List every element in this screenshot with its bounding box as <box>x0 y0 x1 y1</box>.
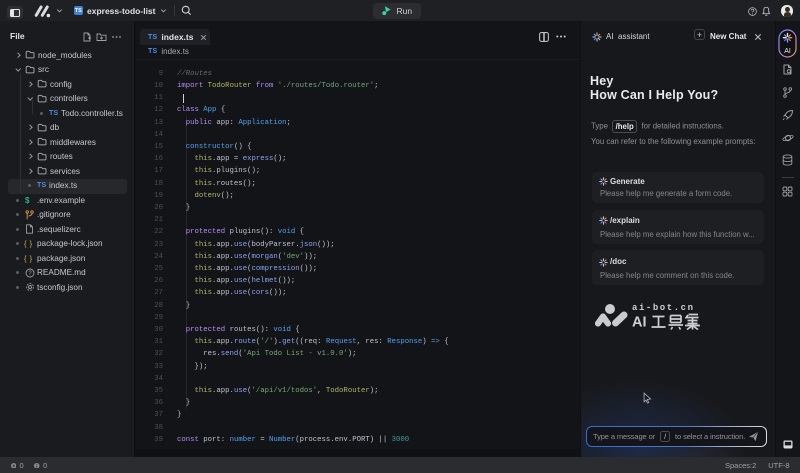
svg-text:AI: AI <box>784 48 791 55</box>
svg-text:AI: AI <box>632 315 647 331</box>
